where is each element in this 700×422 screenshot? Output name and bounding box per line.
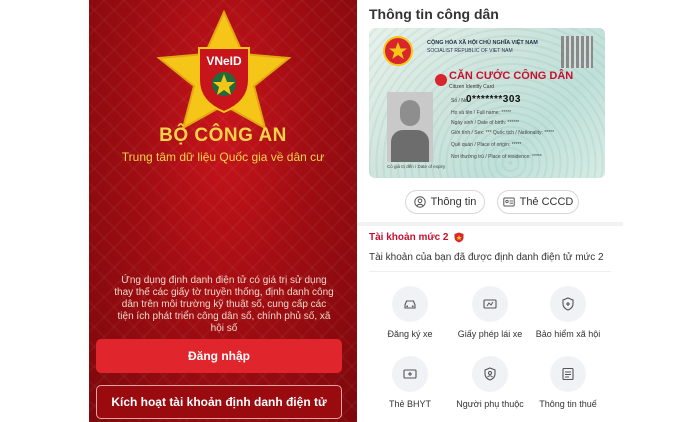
citizen-photo bbox=[387, 92, 433, 162]
card-field: Quê quán / Place of origin: ***** bbox=[451, 142, 522, 148]
tab-info[interactable]: Thông tin bbox=[405, 190, 485, 214]
photo-caption: Có giá trị đến / Date of expiry bbox=[387, 164, 446, 169]
divider-line bbox=[369, 271, 611, 272]
service-label: Thông tin thuế bbox=[539, 399, 597, 409]
card-country-line: CỘNG HÒA XÃ HỘI CHỦ NGHĨA VIỆT NAM bbox=[427, 40, 538, 46]
account-level-label: Tài khoản mức 2 bbox=[369, 232, 449, 243]
tab-cccd[interactable]: Thẻ CCCD bbox=[497, 190, 579, 214]
service-vehicle-registration[interactable]: Đăng ký xe bbox=[370, 286, 450, 339]
card-field: Giới tính / Sex: *** Quốc tịch / Nationa… bbox=[451, 130, 555, 136]
service-social-insurance[interactable]: Bảo hiểm xã hội bbox=[528, 286, 608, 339]
org-title: BỘ CÔNG AN bbox=[159, 125, 287, 146]
national-emblem-icon bbox=[383, 36, 413, 66]
tax-icon bbox=[562, 367, 574, 381]
page-title: Thông tin công dân bbox=[369, 6, 499, 22]
qr-code-icon bbox=[561, 36, 593, 68]
card-title: CĂN CƯỚC CÔNG DÂN bbox=[449, 70, 574, 82]
emblem-text: VNeID bbox=[206, 54, 242, 68]
service-health-insurance-card[interactable]: Thẻ BHYT bbox=[370, 356, 450, 409]
section-divider bbox=[357, 222, 623, 226]
shield-plus-icon bbox=[562, 297, 574, 311]
service-tax-info[interactable]: Thông tin thuế bbox=[528, 356, 608, 409]
org-subtitle: Trung tâm dữ liệu Quốc gia về dân cư bbox=[121, 150, 325, 164]
star-seal-icon bbox=[435, 74, 447, 86]
account-level: Tài khoản mức 2 bbox=[369, 232, 464, 243]
activate-account-button[interactable]: Kích hoạt tài khoản định danh điện tử bbox=[96, 385, 342, 419]
service-label: Bảo hiểm xã hội bbox=[535, 329, 601, 339]
service-driving-license[interactable]: Giấy phép lái xe bbox=[450, 286, 530, 339]
card-field: Ngày sinh / Date of birth: ****** bbox=[451, 120, 520, 126]
account-description: Tài khoản của bạn đã được định danh điện… bbox=[369, 252, 604, 263]
card-country-sub: SOCIALIST REPUBLIC OF VIET NAM bbox=[427, 48, 513, 54]
app-description: Ứng dụng định danh điện tử có giá trị sử… bbox=[114, 275, 334, 334]
car-icon bbox=[404, 300, 416, 309]
service-label: Thẻ BHYT bbox=[388, 399, 431, 409]
card-number: 0*******303 bbox=[466, 94, 521, 105]
level-shield-icon bbox=[454, 232, 463, 243]
card-field: Nơi thường trú / Place of residence: ***… bbox=[451, 154, 542, 160]
id-card-icon bbox=[502, 197, 515, 207]
citizen-id-card[interactable]: CỘNG HÒA XÃ HỘI CHỦ NGHĨA VIỆT NAM SOCIA… bbox=[369, 28, 605, 178]
card-title-en: Citizen Identity Card bbox=[449, 84, 495, 90]
vneid-emblem-icon: VNeID bbox=[156, 10, 292, 130]
service-dependents[interactable]: Người phụ thuộc bbox=[450, 356, 530, 409]
tab-info-label: Thông tin bbox=[430, 196, 477, 208]
tab-cccd-label: Thẻ CCCD bbox=[519, 196, 574, 208]
dependent-icon bbox=[484, 367, 496, 381]
login-button[interactable]: Đăng nhập bbox=[96, 339, 342, 373]
card-field: Họ và tên / Full name: ***** bbox=[451, 110, 512, 116]
service-label: Người phụ thuộc bbox=[456, 399, 524, 409]
service-label: Đăng ký xe bbox=[387, 329, 433, 339]
license-icon bbox=[483, 299, 497, 309]
service-label: Giấy phép lái xe bbox=[457, 329, 523, 339]
citizen-info-screen: Thông tin công dân CỘNG HÒA XÃ HỘI CHỦ N… bbox=[357, 0, 623, 422]
user-circle-icon bbox=[413, 196, 426, 208]
health-card-icon bbox=[403, 369, 417, 379]
